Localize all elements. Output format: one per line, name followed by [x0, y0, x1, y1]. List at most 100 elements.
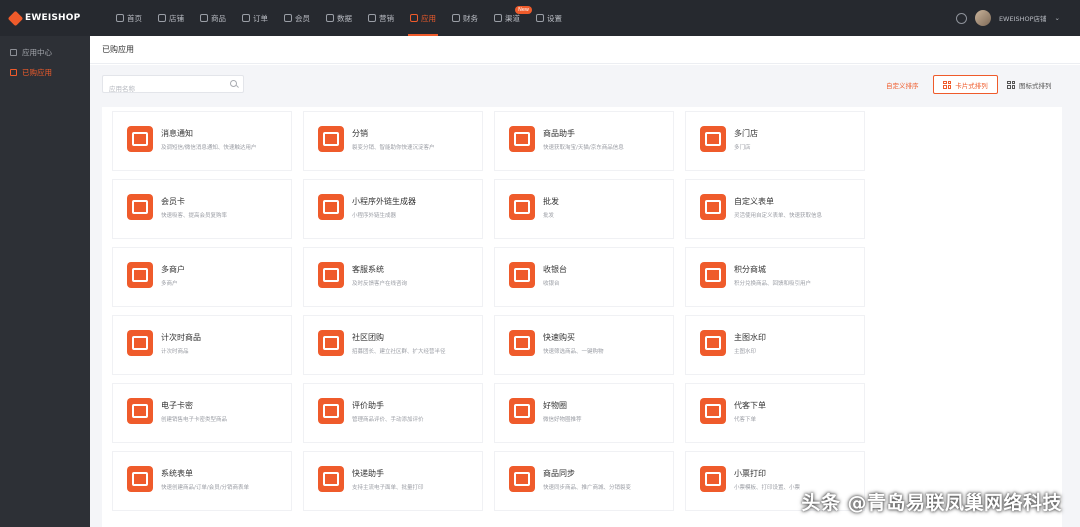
nav-item-label: 营销: [379, 13, 394, 23]
app-card[interactable]: 快速购买 快速筛选商品、一键购物: [494, 315, 674, 375]
nav-item-data[interactable]: 数据: [318, 0, 360, 36]
sidebar-item[interactable]: 应用中心: [0, 42, 90, 62]
user-menu[interactable]: EWEISHOP店铺: [999, 13, 1047, 23]
app-description: 多商户: [161, 281, 178, 287]
nav-item-settings[interactable]: 设置: [528, 0, 570, 36]
app-card[interactable]: 积分商城 积分兑换商品、回馈和吸引用户: [685, 247, 865, 307]
channel-icon: [494, 14, 502, 22]
app-card[interactable]: 计次时商品 计次时商品: [112, 315, 292, 375]
grid-icon: [1007, 80, 1015, 89]
apps-icon: [10, 68, 17, 76]
nav-item-finance[interactable]: 财务: [444, 0, 486, 36]
app-card[interactable]: 批发 批发: [494, 179, 674, 239]
nav-item-label: 应用: [421, 13, 436, 23]
brand-logo[interactable]: EWEISHOP: [0, 0, 90, 36]
nav-item-channels[interactable]: 渠道 New: [486, 0, 532, 36]
calendar-icon: [410, 14, 418, 22]
app-icon: [700, 126, 726, 152]
nav-item-home[interactable]: 首页: [108, 0, 150, 36]
app-title: 社区团购: [352, 333, 384, 342]
logo-icon: [7, 10, 24, 26]
nav-item-label: 订单: [253, 13, 268, 23]
nav-item-label: 数据: [337, 13, 352, 23]
avatar[interactable]: [974, 10, 991, 26]
app-card[interactable]: 快递助手 支持主流电子面单、批量打印: [303, 451, 483, 511]
app-card[interactable]: 代客下单 代客下单: [685, 383, 865, 443]
chevron-down-icon[interactable]: ⌄: [1055, 14, 1060, 22]
app-card[interactable]: 商品同步 快速同步商品、推广商城、分销裂变: [494, 451, 674, 511]
app-card[interactable]: 电子卡密 创建销售电子卡密类型商品: [112, 383, 292, 443]
nav-item-orders[interactable]: 订单: [234, 0, 276, 36]
chart-icon: [326, 14, 334, 22]
app-description: 微信好物圈推荐: [543, 417, 582, 423]
app-title: 商品助手: [543, 129, 575, 138]
app-card[interactable]: 好物圈微信好物圈推荐: [494, 383, 674, 443]
app-icon: [509, 330, 535, 356]
app-card[interactable]: 消息通知 及调短信/微信消息通知、快速触达用户: [112, 111, 292, 171]
user-icon: [284, 14, 292, 22]
orders-icon: [242, 14, 250, 22]
search-box: [102, 75, 244, 97]
app-icon: [700, 330, 726, 356]
app-title: 快速购买: [543, 333, 575, 342]
app-title: 消息通知: [161, 129, 193, 138]
app-title: 收银台: [543, 265, 567, 274]
app-icon: [318, 330, 344, 356]
app-title: 好物圈: [543, 401, 567, 410]
app-title: 评价助手: [352, 401, 384, 410]
content-area: 自定义排序 卡片式排列 图标式排列 消息通知及调短信/微信消息通知、快速触达用户…: [90, 65, 1080, 527]
app-title: 会员卡: [161, 197, 185, 206]
app-description: 快速获取淘宝/天猫/京东商品信息: [543, 145, 624, 151]
app-card[interactable]: 自定义表单 灵活使用自定义表单、快速获取信息: [685, 179, 865, 239]
app-card[interactable]: 分销 裂变分销、智能助你快速沉淀客户: [303, 111, 483, 171]
nav-item-marketing[interactable]: 营销: [360, 0, 402, 36]
app-card[interactable]: 客服系统 及时反馈客户在线咨询: [303, 247, 483, 307]
main-content: 已购应用 自定义排序 卡片式排列 图标式排列 消息通知及调短信/微信消息通知、快…: [90, 36, 1080, 527]
app-icon: [318, 194, 344, 220]
app-card[interactable]: 主图水印 主图水印: [685, 315, 865, 375]
app-icon: [127, 466, 153, 492]
app-description: 招募团长、建立社区群、扩大经营半径: [352, 349, 446, 355]
nav-item-apps[interactable]: 应用: [402, 0, 444, 36]
custom-sort-link[interactable]: 自定义排序: [886, 80, 919, 90]
sidebar-item-label: 已购应用: [22, 67, 52, 77]
app-card[interactable]: 会员卡 快速吸客、提高会员复购率: [112, 179, 292, 239]
sidebar-item-label: 应用中心: [22, 47, 52, 57]
app-description: 批发: [543, 213, 555, 219]
app-description: 代客下单: [734, 417, 757, 423]
app-card[interactable]: 多门店 多门店: [685, 111, 865, 171]
search-input[interactable]: [103, 81, 223, 97]
app-icon: [509, 126, 535, 152]
grid-icon: [943, 80, 952, 89]
app-icon: [509, 262, 535, 288]
nav-item-store[interactable]: 店铺: [150, 0, 192, 36]
toolbar: 自定义排序 卡片式排列 图标式排列: [102, 75, 1062, 97]
app-description: 计次时商品: [161, 349, 189, 355]
goods-icon: [200, 14, 208, 22]
app-card[interactable]: 商品助手快速获取淘宝/天猫/京东商品信息: [494, 111, 674, 171]
app-card[interactable]: 社区团购招募团长、建立社区群、扩大经营半径: [303, 315, 483, 375]
app-card[interactable]: 评价助手 管理商品评价、手动添加评价: [303, 383, 483, 443]
store-icon: [158, 14, 166, 22]
apps-panel: 消息通知 及调短信/微信消息通知、快速触达用户 分销 裂变分销、智能助你快速沉淀客户商…: [102, 107, 1062, 527]
app-title: 自定义表单: [734, 197, 774, 206]
app-description: 裂变分销、智能助你快速沉淀客户: [352, 145, 435, 151]
tag-icon: [368, 14, 376, 22]
sidebar-item[interactable]: 已购应用: [0, 62, 90, 82]
app-card[interactable]: 小程序外链生成器 小程序外链生成器: [303, 179, 483, 239]
app-card[interactable]: 多商户 多商户: [112, 247, 292, 307]
app-description: 主图水印: [734, 349, 757, 355]
icon-view-button[interactable]: 图标式排列: [1007, 75, 1062, 94]
search-icon[interactable]: [230, 80, 237, 87]
app-icon: [318, 398, 344, 424]
nav-item-members[interactable]: 会员: [276, 0, 318, 36]
sidebar: 应用中心 已购应用: [0, 36, 90, 527]
app-title: 代客下单: [734, 401, 766, 410]
nav-item-goods[interactable]: 商品: [192, 0, 234, 36]
app-description: 小程序外链生成器: [352, 213, 397, 219]
app-card[interactable]: 系统表单 快速创建商品/订单/会员/分销商表单: [112, 451, 292, 511]
icon-view-label: 图标式排列: [1019, 81, 1052, 90]
app-card[interactable]: 收银台 收银台: [494, 247, 674, 307]
bell-icon[interactable]: [955, 12, 967, 24]
card-view-button[interactable]: 卡片式排列: [933, 75, 998, 94]
